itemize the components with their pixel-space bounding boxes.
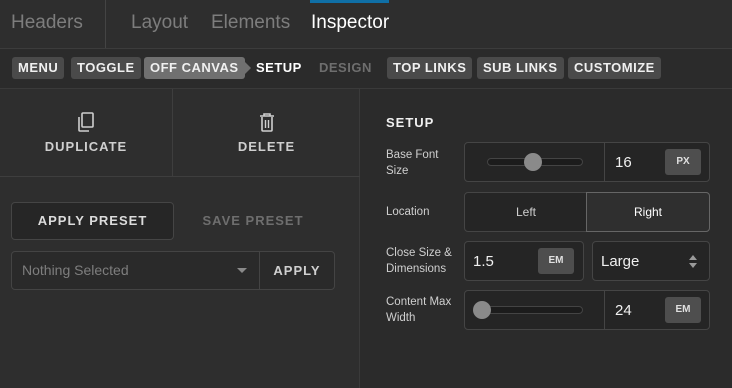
- close-size-field: 1.5 EM: [464, 241, 584, 281]
- location-left-option[interactable]: Left: [465, 193, 587, 231]
- panel-divider: [0, 176, 360, 177]
- content-max-width-unit[interactable]: EM: [665, 297, 701, 323]
- left-panel: DUPLICATE DELETE APPLY PRESET SAVE PRESE…: [0, 89, 360, 388]
- field-divider: [604, 291, 605, 329]
- subnav-setup[interactable]: SETUP: [256, 57, 302, 79]
- close-size-label: Close Size & Dimensions: [386, 247, 452, 275]
- base-font-size-unit[interactable]: PX: [665, 149, 701, 175]
- field-divider: [604, 143, 605, 181]
- delete-button[interactable]: DELETE: [173, 89, 360, 176]
- location-label: Location: [386, 206, 430, 218]
- trash-icon: [259, 113, 274, 132]
- preset-select-value: Nothing Selected: [22, 262, 129, 278]
- tab-elements[interactable]: Elements: [211, 12, 290, 34]
- delete-label: DELETE: [237, 139, 296, 154]
- content-max-width-field: 24 EM: [464, 290, 710, 330]
- dimension-select[interactable]: Large: [592, 241, 710, 281]
- chevron-up-icon: [689, 255, 697, 260]
- setup-panel: SETUP Base Font Size 16 PX Location Left…: [361, 89, 732, 388]
- chevron-down-icon: [237, 268, 247, 273]
- subnav-design[interactable]: DESIGN: [319, 57, 372, 79]
- top-tab-bar: Headers Layout Elements Inspector: [0, 0, 732, 49]
- tab-layout[interactable]: Layout: [131, 12, 188, 34]
- save-preset-button[interactable]: SAVE PRESET: [185, 202, 321, 240]
- base-font-size-field: 16 PX: [464, 142, 710, 182]
- location-right-option[interactable]: Right: [586, 192, 710, 232]
- section-title: SETUP: [386, 115, 435, 130]
- tab-headers[interactable]: Headers: [11, 12, 83, 34]
- subnav-sub-links[interactable]: SUB LINKS: [477, 57, 564, 79]
- close-size-unit[interactable]: EM: [538, 248, 574, 274]
- preset-select[interactable]: Nothing Selected: [11, 251, 260, 290]
- location-toggle: Left Right: [464, 192, 710, 232]
- duplicate-button[interactable]: DUPLICATE: [0, 89, 172, 176]
- base-font-size-label: Base Font Size: [386, 149, 439, 177]
- apply-button[interactable]: APPLY: [259, 251, 335, 290]
- subnav-customize[interactable]: CUSTOMIZE: [568, 57, 661, 79]
- apply-preset-button[interactable]: APPLY PRESET: [11, 202, 174, 240]
- content-max-width-input[interactable]: 24: [615, 302, 632, 319]
- tab-divider: [105, 0, 106, 48]
- subnav-menu[interactable]: MENU: [12, 57, 65, 79]
- duplicate-label: DUPLICATE: [44, 139, 128, 154]
- chevron-down-icon: [689, 263, 697, 268]
- content-max-width-label: Content Max Width: [386, 296, 452, 324]
- subnav-off-canvas[interactable]: OFF CANVAS: [144, 57, 251, 79]
- close-size-input[interactable]: 1.5: [473, 253, 494, 270]
- duplicate-icon: [78, 112, 94, 132]
- base-font-size-input[interactable]: 16: [615, 154, 632, 171]
- active-tab-indicator: [310, 0, 389, 3]
- inspector-subnav: MENU TOGGLE OFF CANVAS SETUP DESIGN TOP …: [0, 49, 732, 89]
- subnav-top-links[interactable]: TOP LINKS: [387, 57, 473, 79]
- base-font-size-slider-thumb[interactable]: [524, 153, 543, 171]
- content-max-width-slider-thumb[interactable]: [473, 301, 491, 319]
- subnav-toggle[interactable]: TOGGLE: [71, 57, 141, 79]
- tab-inspector[interactable]: Inspector: [311, 12, 389, 34]
- dimension-select-value: Large: [601, 253, 640, 270]
- content-max-width-slider-track[interactable]: [480, 306, 583, 314]
